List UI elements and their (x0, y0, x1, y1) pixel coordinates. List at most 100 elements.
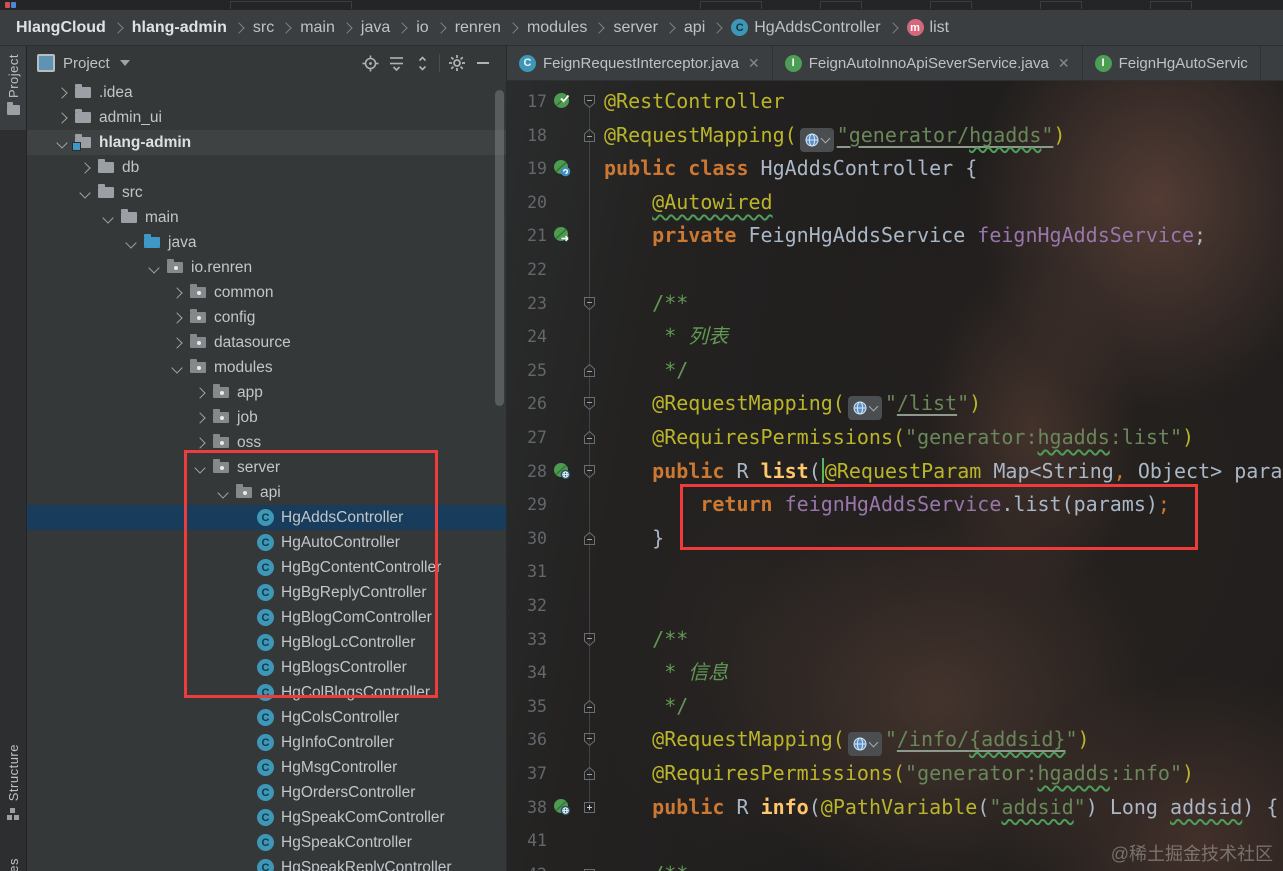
expand-all-icon[interactable] (383, 51, 409, 75)
request-mapping-globe-dropdown[interactable] (799, 127, 834, 152)
tree-item-config[interactable]: config (27, 305, 506, 330)
tree-item-.idea[interactable]: .idea (27, 80, 506, 105)
chevron-right-icon[interactable] (194, 411, 206, 424)
tree-item-admin_ui[interactable]: admin_ui (27, 105, 506, 130)
breadcrumb-item-io[interactable]: io (414, 19, 430, 37)
toolwindow-tab-structure[interactable]: Structure (0, 736, 26, 835)
chevron-right-icon[interactable] (56, 86, 68, 99)
code-line-38[interactable]: public R info(@PathVariable("addsid") Lo… (604, 791, 1278, 825)
tree-item-HgBlogComController[interactable]: C HgBlogComController (27, 605, 506, 630)
minimize-icon[interactable] (470, 51, 496, 75)
chevron-down-icon[interactable] (171, 361, 183, 374)
code-line-19[interactable]: public class HgAddsController { (604, 152, 977, 186)
collapse-all-icon[interactable] (409, 51, 435, 75)
tree-item-modules[interactable]: modules (27, 355, 506, 380)
code-line-21[interactable]: private FeignHgAddsService feignHgAddsSe… (604, 219, 1206, 253)
tree-item-src[interactable]: src (27, 180, 506, 205)
tree-item-datasource[interactable]: datasource (27, 330, 506, 355)
code-line-18[interactable]: @RequestMapping("generator/hgadds") (604, 119, 1065, 153)
tree-item-app[interactable]: app (27, 380, 506, 405)
tree-item-HgAddsController[interactable]: C HgAddsController (27, 505, 506, 530)
settings-icon[interactable] (444, 51, 470, 75)
chevron-down-icon[interactable] (79, 186, 91, 199)
tree-item-oss[interactable]: oss (27, 430, 506, 455)
chevron-down-icon[interactable] (102, 211, 114, 224)
code-line-28[interactable]: public R list(@RequestParam Map<String, … (604, 455, 1283, 489)
breadcrumb-item-main[interactable]: main (298, 19, 337, 37)
chevron-right-icon[interactable] (171, 336, 183, 349)
close-icon[interactable]: ✕ (748, 55, 760, 72)
chevron-right-icon[interactable] (171, 286, 183, 299)
code-line-17[interactable]: @RestController (604, 85, 785, 119)
tree-item-HgSpeakReplyController[interactable]: C HgSpeakReplyController (27, 855, 506, 871)
tree-item-HgAutoController[interactable]: C HgAutoController (27, 530, 506, 555)
tree-item-HgColBlogsController[interactable]: C HgColBlogsController (27, 680, 506, 705)
fold-marker-up-icon[interactable] (583, 766, 596, 786)
fold-marker-down-icon[interactable] (583, 732, 596, 752)
fold-marker-down-icon[interactable] (583, 632, 596, 652)
tree-item-common[interactable]: common (27, 280, 506, 305)
chevron-down-icon[interactable] (119, 60, 130, 66)
breadcrumb-item-api[interactable]: api (682, 19, 707, 37)
tree-item-java[interactable]: java (27, 230, 506, 255)
tree-item-HgMsgController[interactable]: C HgMsgController (27, 755, 506, 780)
locate-icon[interactable] (357, 51, 383, 75)
chevron-down-icon[interactable] (194, 461, 206, 474)
fold-marker-up-icon[interactable] (583, 363, 596, 383)
code-line-26[interactable]: @RequestMapping("/list") (604, 387, 981, 421)
fold-marker-plus-icon[interactable] (583, 867, 596, 871)
fold-marker-up-icon[interactable] (583, 699, 596, 719)
close-icon[interactable]: ✕ (1058, 55, 1070, 72)
tree-item-HgBgReplyController[interactable]: C HgBgReplyController (27, 580, 506, 605)
fold-marker-down-icon[interactable] (583, 396, 596, 416)
fold-marker-up-icon[interactable] (583, 128, 596, 148)
toolwindow-tab-partial[interactable]: es (0, 858, 26, 871)
chevron-down-icon[interactable] (56, 136, 68, 149)
tree-item-job[interactable]: job (27, 405, 506, 430)
tree-item-HgBlogLcController[interactable]: C HgBlogLcController (27, 630, 506, 655)
tree-item-db[interactable]: db (27, 155, 506, 180)
fold-marker-plus-icon[interactable] (583, 800, 596, 820)
chevron-right-icon[interactable] (194, 436, 206, 449)
code-line-35[interactable]: */ (604, 690, 688, 724)
tree-item-HgSpeakController[interactable]: C HgSpeakController (27, 830, 506, 855)
breadcrumb-item-modules[interactable]: modules (525, 19, 589, 37)
code-line-25[interactable]: */ (604, 354, 688, 388)
editor-tab-FeignAutoInnoApiSeverService.java[interactable]: I FeignAutoInnoApiSeverService.java ✕ (773, 46, 1083, 80)
tree-item-io.renren[interactable]: io.renren (27, 255, 506, 280)
breadcrumb-item-renren[interactable]: renren (453, 19, 503, 37)
chevron-down-icon[interactable] (148, 261, 160, 274)
breadcrumb-item-hgaddscontroller[interactable]: C HgAddsController (729, 19, 882, 37)
tree-item-hlang-admin[interactable]: hlang-admin (27, 130, 506, 155)
tree-item-HgOrdersController[interactable]: C HgOrdersController (27, 780, 506, 805)
spring-mapping-icon[interactable] (553, 462, 571, 480)
tree-item-server[interactable]: server (27, 455, 506, 480)
tree-item-HgColsController[interactable]: C HgColsController (27, 705, 506, 730)
fold-marker-down-icon[interactable] (583, 464, 596, 484)
fold-marker-down-icon[interactable] (583, 94, 596, 114)
spring-check-icon[interactable] (553, 92, 571, 110)
chevron-right-icon[interactable] (194, 386, 206, 399)
chevron-right-icon[interactable] (171, 311, 183, 324)
editor-tab-FeignRequestInterceptor.java[interactable]: C FeignRequestInterceptor.java ✕ (507, 46, 773, 80)
code-line-33[interactable]: /** (604, 623, 688, 657)
project-scrollbar[interactable] (495, 90, 504, 406)
code-line-34[interactable]: * 信息 (604, 656, 728, 690)
fold-marker-up-icon[interactable] (583, 531, 596, 551)
request-mapping-globe-dropdown[interactable] (847, 396, 882, 421)
code-line-42[interactable]: /** (604, 858, 688, 871)
code-line-37[interactable]: @RequiresPermissions("generator:hgadds:i… (604, 757, 1194, 791)
chevron-right-icon[interactable] (79, 161, 91, 174)
tree-item-HgInfoController[interactable]: C HgInfoController (27, 730, 506, 755)
code-line-24[interactable]: * 列表 (604, 320, 728, 354)
spring-autowired-icon[interactable] (553, 226, 571, 244)
code-line-29[interactable]: return feignHgAddsService.list(params); (604, 488, 1170, 522)
toolwindow-tab-project[interactable]: Project (0, 46, 26, 130)
tree-item-HgSpeakComController[interactable]: C HgSpeakComController (27, 805, 506, 830)
breadcrumb-item-java[interactable]: java (359, 19, 392, 37)
tree-item-HgBgContentController[interactable]: C HgBgContentController (27, 555, 506, 580)
breadcrumb-item-server[interactable]: server (611, 19, 659, 37)
fold-marker-up-icon[interactable] (583, 430, 596, 450)
code-line-36[interactable]: @RequestMapping("/info/{addsid}") (604, 723, 1090, 757)
tree-item-api[interactable]: api (27, 480, 506, 505)
